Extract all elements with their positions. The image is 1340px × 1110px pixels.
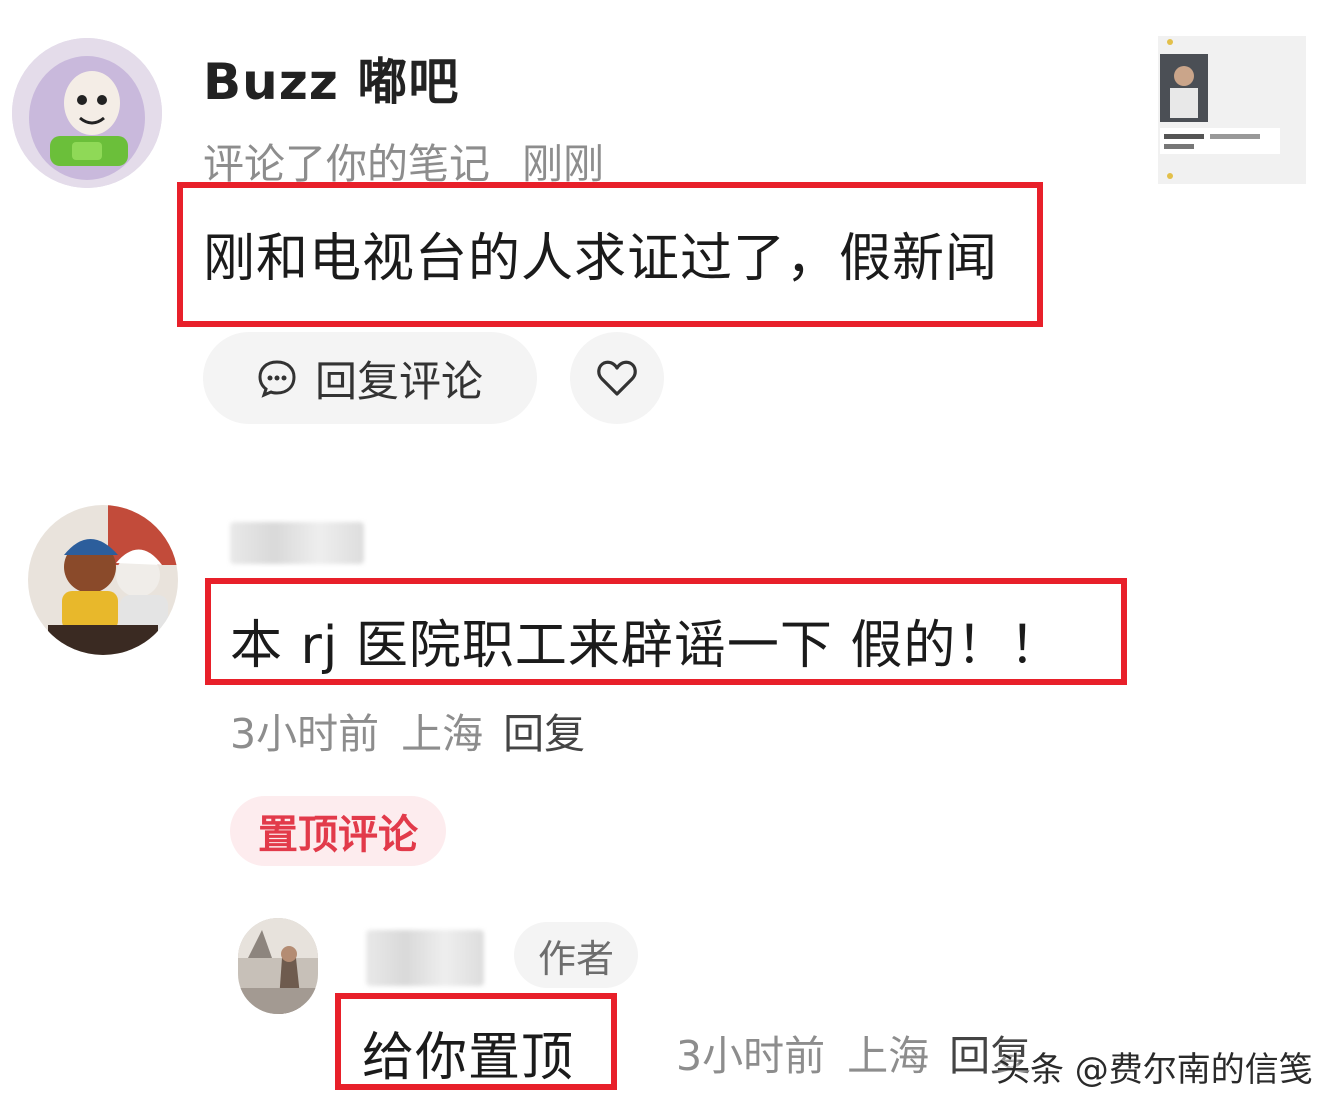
- action-text: 评论了你的笔记: [203, 140, 490, 188]
- note-thumbnail[interactable]: [1158, 36, 1306, 184]
- heart-icon: [596, 358, 638, 398]
- author-tag-label: 作者: [537, 936, 614, 981]
- pinned-comment-badge: 置顶评论: [230, 796, 446, 866]
- reply-link[interactable]: 回复: [503, 710, 585, 758]
- comment-bubble-icon: [257, 358, 297, 398]
- author-name-blurred[interactable]: [366, 930, 484, 986]
- pinned-comment-label: 置顶评论: [258, 812, 418, 858]
- location: 上海: [401, 710, 484, 758]
- comment-text: 刚和电视台的人求证过了，假新闻: [203, 229, 999, 289]
- reply-meta: 3小时前 上海 回复: [676, 1022, 1031, 1082]
- timestamp: 刚刚: [522, 140, 604, 188]
- like-button[interactable]: [570, 332, 664, 424]
- author-tag: 作者: [514, 922, 638, 988]
- username[interactable]: Buzz 嘟吧: [203, 42, 459, 114]
- avatar[interactable]: [12, 38, 162, 188]
- timestamp: 3小时前: [676, 1032, 826, 1080]
- comment-meta: 评论了你的笔记 刚刚: [203, 130, 604, 190]
- avatar[interactable]: [28, 505, 178, 655]
- avatar[interactable]: [238, 918, 318, 1014]
- reply-text: 给你置顶: [362, 1028, 575, 1088]
- reply-comment-button[interactable]: 回复评论: [203, 332, 537, 424]
- timestamp: 3小时前: [230, 710, 380, 758]
- username-blurred[interactable]: [230, 522, 364, 564]
- reply-comment-label: 回复评论: [314, 356, 483, 406]
- location: 上海: [847, 1032, 930, 1080]
- comment-meta: 3小时前 上海 回复: [230, 700, 585, 760]
- comment-text: 本 rj 医院职工来辟谣一下 假的！！: [230, 616, 1063, 676]
- watermark: 头条 @费尔南的信笺: [996, 1050, 1313, 1090]
